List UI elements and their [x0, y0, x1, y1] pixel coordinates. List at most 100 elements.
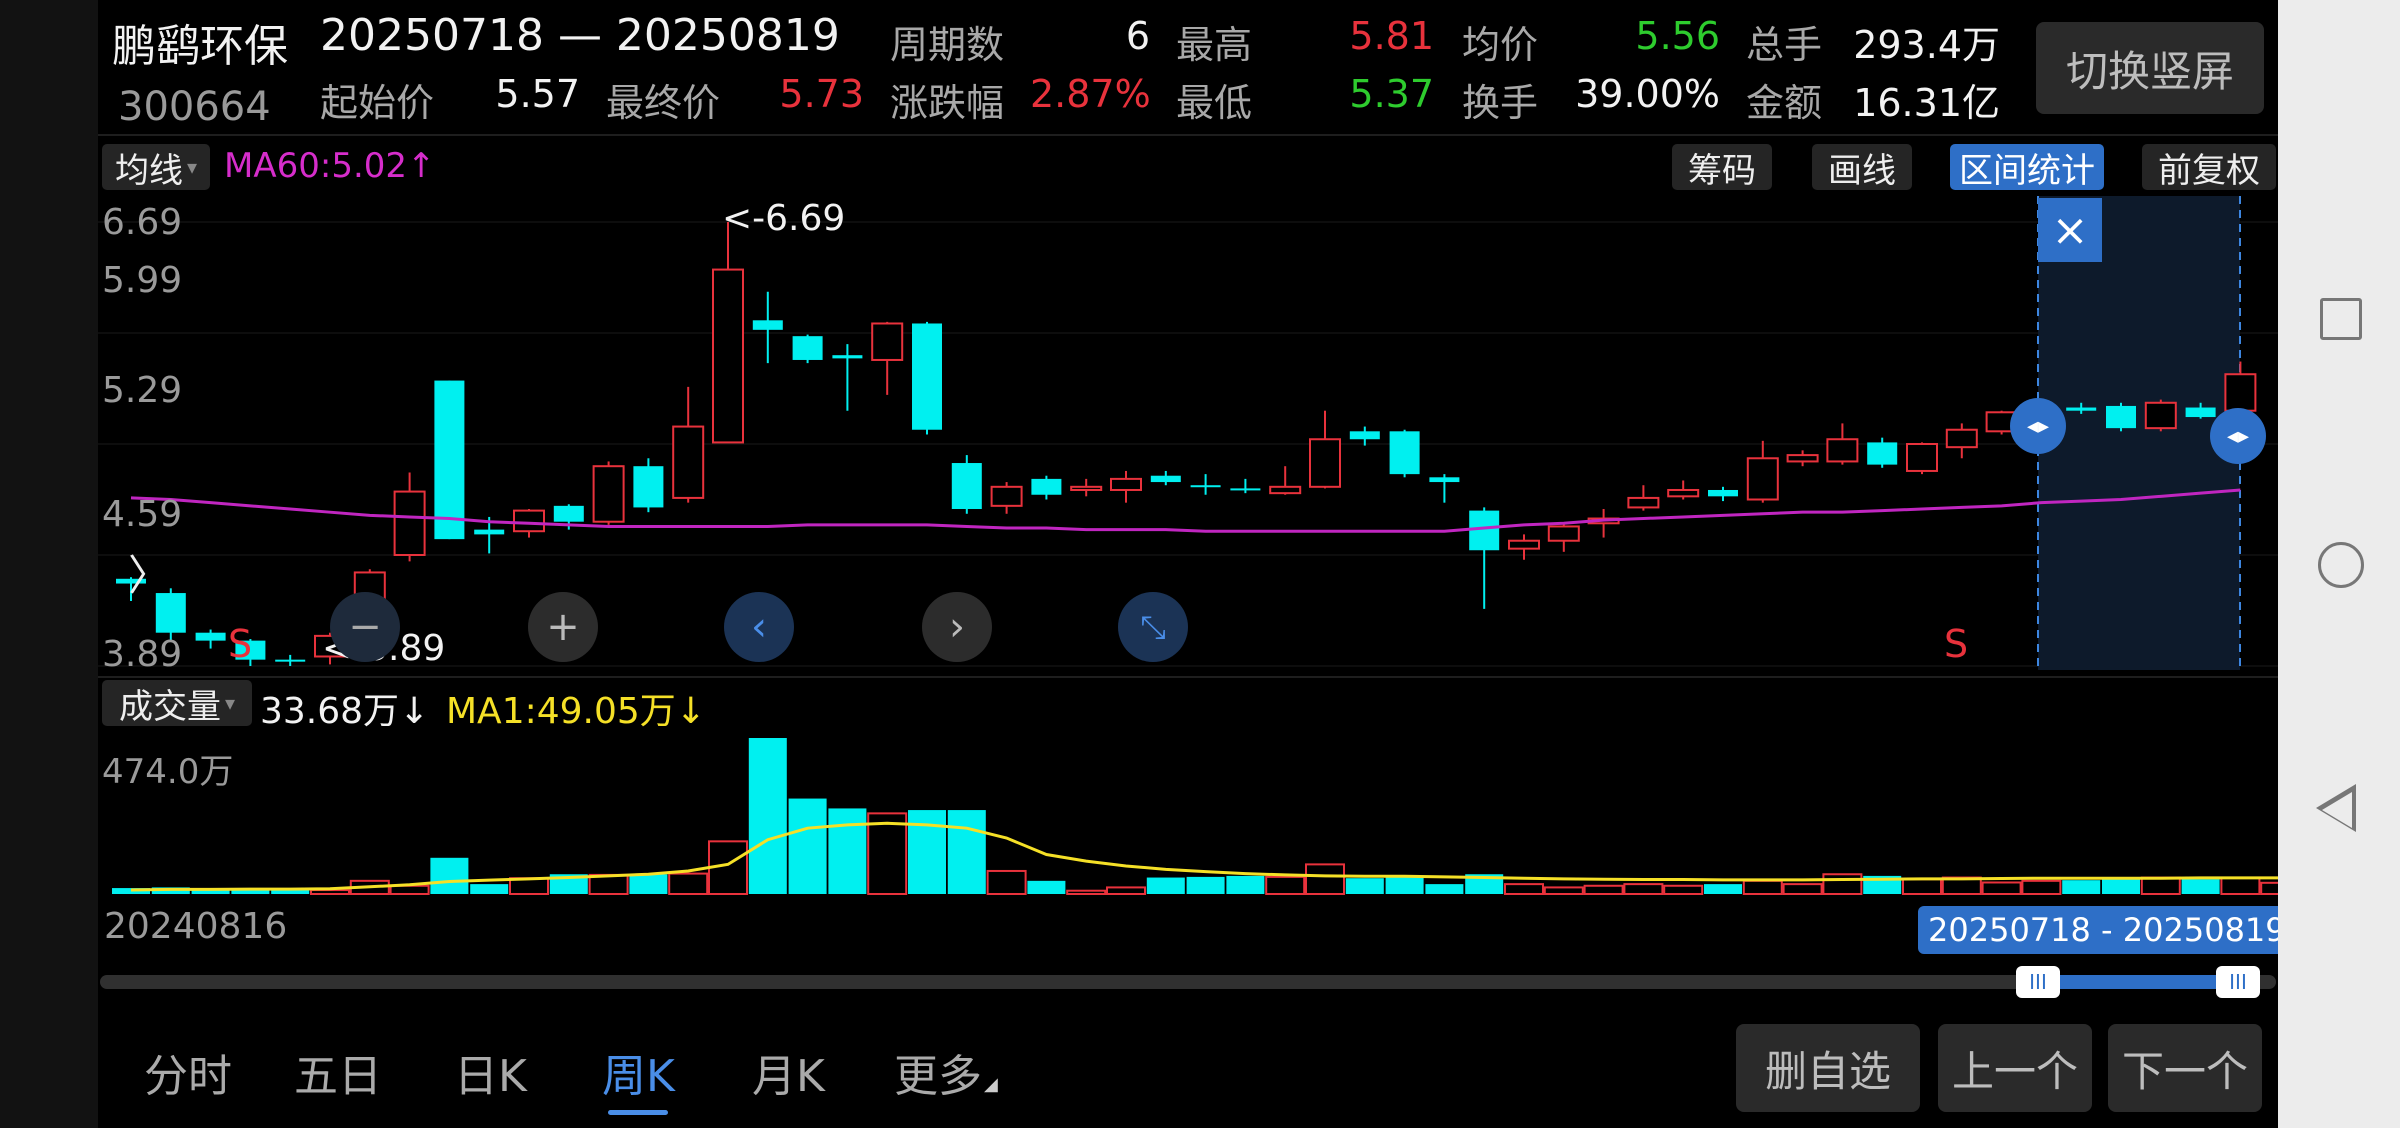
tab-weekly-k[interactable]: 周K — [602, 1040, 675, 1104]
candle — [1547, 523, 1580, 552]
candle-body — [474, 529, 505, 535]
timeline-start-handle[interactable]: III — [2016, 966, 2060, 998]
interval-stats-button[interactable]: 区间统计 — [1950, 144, 2104, 191]
candle-body — [990, 485, 1023, 507]
kline-chart[interactable] — [98, 196, 2278, 676]
candle — [1587, 509, 1620, 538]
volume-bar — [1186, 876, 1225, 894]
remove-watchlist-button[interactable]: 删自选 — [1736, 1024, 1920, 1112]
candle-body — [2144, 401, 2177, 430]
candle-body — [2185, 407, 2216, 418]
back-icon-inner — [2322, 792, 2352, 828]
candle — [912, 321, 942, 435]
candle-body — [672, 425, 705, 499]
timeline-end-handle[interactable]: III — [2216, 966, 2260, 998]
volume-bar — [828, 808, 867, 894]
volume-bar — [310, 889, 350, 895]
volume-bar — [1106, 886, 1146, 896]
zoom-out-icon[interactable]: − — [330, 592, 400, 662]
expand-left-icon[interactable]: 〉 — [128, 542, 170, 603]
volume-value: 33.68万↓ — [260, 691, 430, 732]
candle-body — [1945, 428, 1978, 449]
candle-body — [1867, 442, 1898, 465]
volume-bar — [2062, 880, 2101, 894]
next-stock-button[interactable]: 下一个 — [2108, 1024, 2262, 1112]
total-label: 总手 — [1746, 23, 1823, 67]
collapse-icon[interactable]: ⤡ — [1118, 592, 1188, 662]
candle-body — [1110, 477, 1142, 491]
stock-code: 300664 — [118, 84, 271, 130]
tab-monthly-k[interactable]: 月K — [752, 1040, 825, 1104]
zoom-in-icon[interactable]: + — [528, 592, 598, 662]
max-annotation: <-6.69 — [722, 198, 846, 239]
timeline-selected — [2032, 975, 2232, 989]
candle-body — [1269, 485, 1302, 495]
date-range: 20250718 — 20250819 — [320, 10, 840, 61]
switch-portrait-button[interactable]: 切换竖屏 — [2036, 22, 2264, 114]
tab-intraday[interactable]: 分时 — [144, 1040, 232, 1104]
candle — [1429, 474, 1460, 503]
volume-bar — [1782, 883, 1823, 896]
candle-body — [912, 323, 942, 430]
candle-body — [1349, 431, 1380, 440]
candle — [1469, 507, 1500, 609]
amount-value: 16.31亿 — [1853, 81, 2000, 125]
volume-bar — [788, 798, 827, 894]
close-range-icon[interactable]: × — [2038, 198, 2102, 262]
volume-bar — [1742, 879, 1783, 896]
candle — [195, 629, 226, 649]
candle-body — [832, 355, 863, 359]
candle-body — [752, 320, 783, 330]
volume-bar — [1066, 889, 1107, 896]
candle — [672, 386, 705, 503]
tab-more[interactable]: 更多 — [894, 1040, 982, 1104]
home-icon[interactable] — [2318, 542, 2364, 588]
end-price-value: 5.73 — [779, 72, 864, 116]
arrow-down-icon: ↓ — [399, 691, 430, 732]
draw-line-button[interactable]: 画线 — [1812, 144, 1912, 191]
low-value: 5.37 — [1349, 72, 1434, 116]
candle — [1667, 480, 1700, 500]
y-tick: 5.99 — [102, 260, 183, 301]
candle-body — [633, 466, 664, 508]
more-corner-icon: ◢ — [984, 1074, 998, 1095]
volume-bar — [1543, 886, 1584, 896]
volume-bar — [389, 884, 430, 896]
candle — [792, 334, 823, 364]
candle-body — [1746, 457, 1779, 501]
candle — [1708, 486, 1738, 502]
chips-button[interactable]: 筹码 — [1672, 144, 1772, 191]
volume-bar — [1305, 863, 1345, 895]
candle-body — [2106, 405, 2136, 429]
scroll-right-icon[interactable]: › — [922, 592, 992, 662]
volume-select[interactable]: 成交量 ▾ — [102, 680, 252, 727]
ma-select[interactable]: 均线 ▾ — [102, 144, 210, 191]
high-label: 最高 — [1176, 23, 1253, 67]
candle — [1349, 426, 1380, 446]
range-end-handle-icon[interactable]: ◂▸ — [2210, 408, 2266, 464]
volume-bar — [1623, 883, 1664, 896]
tab-five-day[interactable]: 五日 — [294, 1040, 382, 1104]
avg-label: 均价 — [1462, 23, 1539, 67]
candle-body — [1429, 477, 1460, 483]
arrow-up-icon: ↑ — [407, 146, 436, 186]
adjust-button[interactable]: 前复权 — [2142, 144, 2276, 191]
y-tick: 3.89 — [102, 634, 183, 675]
volume-bar — [1226, 875, 1265, 894]
timeline-scrollbar[interactable] — [100, 975, 2276, 989]
volume-bar — [629, 874, 668, 894]
turnover-value: 39.00% — [1575, 72, 1720, 116]
volume-bar — [2102, 879, 2140, 894]
candle — [1945, 423, 1978, 459]
tab-daily-k[interactable]: 日K — [454, 1040, 527, 1104]
scroll-left-icon[interactable]: ‹ — [724, 592, 794, 662]
candle-body — [1150, 475, 1181, 483]
recent-apps-icon[interactable] — [2320, 298, 2362, 340]
range-start-handle-icon[interactable]: ◂▸ — [2010, 398, 2066, 454]
candle-body — [1389, 431, 1420, 475]
total-value: 293.4万 — [1853, 23, 2000, 67]
candle-body — [1786, 454, 1819, 463]
prev-stock-button[interactable]: 上一个 — [1938, 1024, 2092, 1112]
candle-body — [871, 322, 904, 361]
candle-body — [2066, 407, 2097, 411]
